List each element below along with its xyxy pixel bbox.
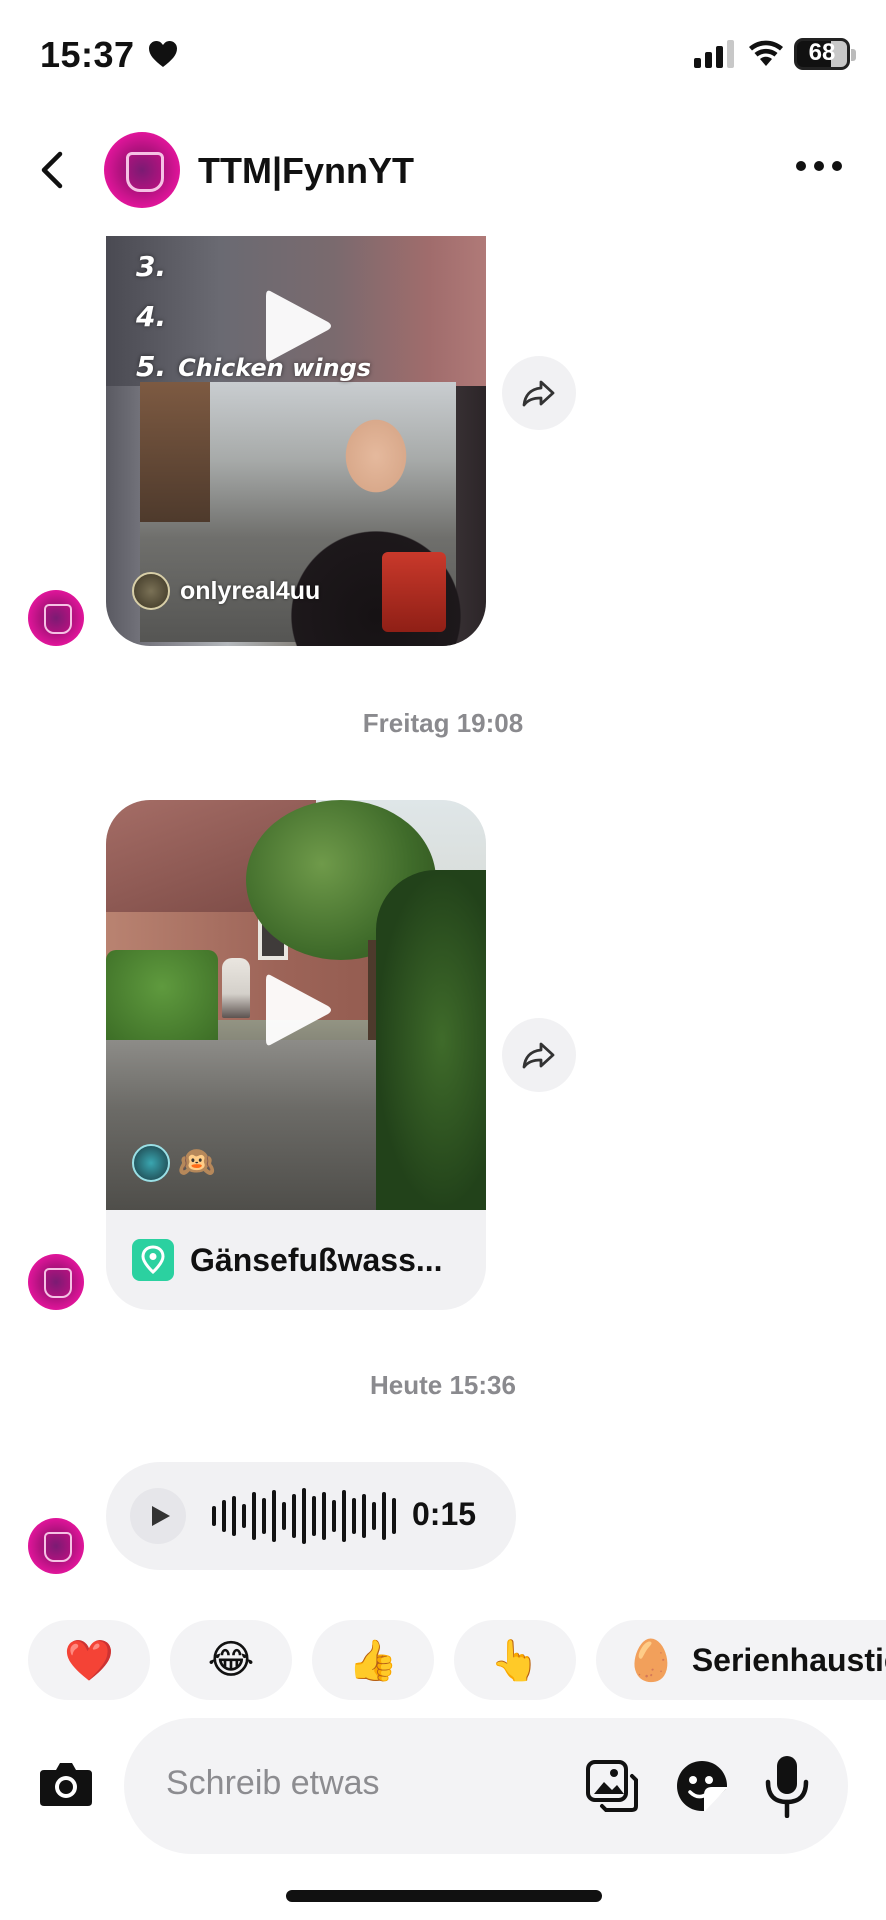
play-icon[interactable]: [262, 970, 334, 1050]
egg-emoji: 🥚: [626, 1637, 676, 1684]
message-input-placeholder: Schreib etwas: [166, 1764, 380, 1802]
message-composer: Schreib etwas: [0, 1716, 886, 1856]
location-pin-icon: [132, 1239, 174, 1281]
back-arrow-icon[interactable]: [34, 148, 74, 192]
voice-play-button[interactable]: [130, 1488, 186, 1544]
battery-icon: 68: [794, 38, 856, 70]
pet-suggestion-label: Serienhaustier: [691, 1641, 886, 1678]
location-name: Gänsefußwass...: [190, 1241, 443, 1278]
message-input[interactable]: Schreib etwas: [124, 1718, 848, 1854]
timestamp: Heute 15:36: [370, 1370, 516, 1400]
gallery-icon[interactable]: [584, 1758, 640, 1814]
status-bar: 15:37 68: [0, 0, 886, 110]
reaction-thumbs-up[interactable]: 👍: [312, 1620, 434, 1700]
play-icon: [152, 1506, 170, 1526]
voice-duration: 0:15: [412, 1496, 477, 1532]
share-arrow-icon: [522, 1042, 555, 1069]
microphone-icon[interactable]: [764, 1754, 810, 1818]
sender-avatar[interactable]: [28, 590, 84, 646]
chat-header: TTM|FynnYT: [0, 120, 886, 220]
video-thumbnail-building: [140, 382, 210, 522]
voice-message[interactable]: 0:15: [106, 1462, 516, 1570]
reaction-pointing-up[interactable]: 👆: [454, 1620, 576, 1700]
video-thumbnail-bucket: [382, 552, 446, 632]
video-overlay-icons: 🙉: [132, 1144, 215, 1182]
thumbnail-hedge: [106, 950, 218, 1042]
wifi-icon: [749, 40, 783, 66]
reaction-heart[interactable]: ❤️: [28, 1620, 150, 1700]
camera-icon[interactable]: [38, 1758, 94, 1810]
cellular-signal-icon: [694, 40, 734, 68]
list-item-5: 5.: [136, 350, 167, 383]
creator-avatar: [132, 1144, 170, 1182]
share-arrow-icon: [522, 380, 555, 407]
list-item-4: 4.: [136, 300, 167, 333]
shared-video-card[interactable]: 🙉 Gänsefußwass...: [106, 800, 486, 1310]
list-item-3: 3.: [136, 250, 167, 283]
video-overlay-text: 3. 4. 5. Chicken wings: [136, 242, 371, 393]
heart-icon: [149, 41, 177, 67]
sticker-emoji-icon[interactable]: [674, 1758, 730, 1814]
quick-reactions-bar: ❤️ 😂 👍 👆 🥚 Serienhaustier: [0, 1620, 886, 1700]
share-button[interactable]: [502, 356, 576, 430]
contact-avatar[interactable]: [104, 132, 180, 208]
timestamp: Freitag 19:08: [362, 708, 524, 738]
contact-name[interactable]: TTM|FynnYT: [198, 150, 414, 192]
monkey-emoji: 🙉: [178, 1145, 216, 1180]
status-time: 15:37: [40, 34, 135, 75]
shared-video-card[interactable]: 3. 4. 5. Chicken wings onlyreal4uu: [106, 236, 486, 646]
video-thumbnail: 🙉: [106, 800, 486, 1210]
sender-avatar[interactable]: [28, 1518, 84, 1574]
pet-suggestion-chip[interactable]: 🥚 Serienhaustier: [596, 1620, 886, 1700]
creator-avatar: [132, 572, 170, 610]
share-button[interactable]: [502, 1018, 576, 1092]
thumbnail-bush: [376, 870, 486, 1210]
waveform-icon: [212, 1488, 396, 1544]
video-creator: onlyreal4uu: [132, 572, 320, 610]
reaction-laughing[interactable]: 😂: [170, 1620, 292, 1700]
creator-name: onlyreal4uu: [180, 576, 321, 605]
home-indicator[interactable]: [286, 1890, 602, 1902]
more-options-icon[interactable]: [794, 158, 844, 174]
thumbnail-man: [222, 958, 250, 1018]
location-row[interactable]: Gänsefußwass...: [106, 1210, 486, 1310]
sender-avatar[interactable]: [28, 1254, 84, 1310]
play-icon[interactable]: [262, 286, 334, 366]
battery-level: 68: [808, 39, 836, 66]
